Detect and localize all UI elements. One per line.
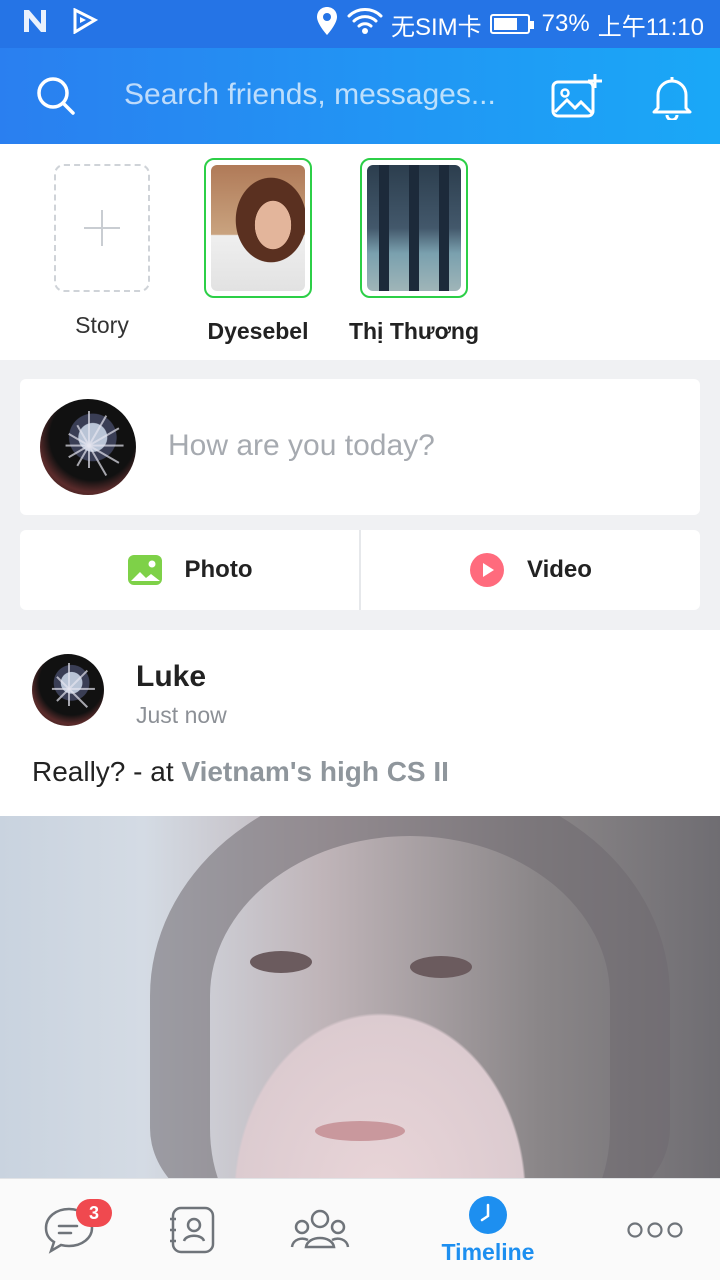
bottom-navigation: 3 Timeline: [0, 1178, 720, 1280]
nav-groups[interactable]: [275, 1179, 365, 1280]
carrier-text: 无SIM卡: [391, 13, 482, 41]
post-location-link[interactable]: Vietnam's high CS II: [181, 756, 449, 787]
clock-icon: [469, 1195, 507, 1234]
location-icon: [315, 6, 339, 43]
compose-box[interactable]: How are you today?: [20, 379, 700, 515]
story-thumbnail[interactable]: [360, 158, 468, 298]
status-bar: 无SIM卡 73% 上午11:10: [0, 0, 720, 48]
video-button[interactable]: Video: [361, 530, 700, 610]
messages-badge: 3: [76, 1199, 112, 1227]
post-caption: Really? - at: [32, 756, 182, 787]
n-notification-icon: [22, 8, 50, 41]
battery-level: [493, 18, 518, 30]
story-image: [367, 165, 461, 291]
search-icon[interactable]: [36, 76, 76, 116]
post-text: Really? - at Vietnam's high CS II: [32, 756, 449, 788]
story-image: [211, 165, 305, 291]
photo-mouth: [315, 1121, 405, 1141]
video-label: Video: [527, 556, 592, 583]
compose-prompt[interactable]: How are you today?: [168, 429, 435, 463]
post-author-avatar[interactable]: [32, 654, 104, 726]
more-dots-icon: [627, 1222, 683, 1238]
contacts-icon: [170, 1206, 215, 1254]
notifications-bell-icon[interactable]: [650, 74, 694, 122]
add-story-tile[interactable]: [54, 164, 150, 292]
nav-more[interactable]: [610, 1179, 700, 1280]
wifi-icon: [347, 7, 383, 42]
post-photo[interactable]: [0, 816, 720, 1178]
post-author-name[interactable]: Luke: [136, 660, 206, 694]
story-item-thi-thuong[interactable]: Thị Thương: [334, 158, 494, 345]
app-notification-icon: [72, 7, 99, 41]
photo-button[interactable]: Photo: [20, 530, 359, 610]
nav-timeline[interactable]: Timeline: [428, 1179, 548, 1280]
timeline-post: Luke Just now Really? - at Vietnam's hig…: [0, 630, 720, 816]
add-photo-icon[interactable]: [550, 72, 604, 120]
story-thumbnail[interactable]: [204, 158, 312, 298]
stories-strip: Story Dyesebel Thị Thương: [0, 144, 720, 360]
groups-icon: [290, 1209, 350, 1249]
photo-icon: [127, 555, 162, 585]
clock: 上午11:10: [597, 13, 704, 41]
search-input[interactable]: Search friends, messages...: [124, 78, 524, 112]
compose-actions: Photo Video: [20, 530, 700, 610]
photo-eye-right: [410, 956, 472, 978]
photo-hair-shape: [150, 816, 670, 1178]
photo-eye-left: [250, 951, 312, 973]
user-avatar: [40, 399, 136, 495]
nav-messages[interactable]: 3: [24, 1179, 114, 1280]
battery-icon: [489, 14, 534, 34]
add-story[interactable]: Story: [22, 158, 182, 339]
add-story-label: Story: [75, 312, 129, 338]
top-app-bar: Search friends, messages...: [0, 48, 720, 144]
plus-icon: [84, 210, 120, 246]
photo-label: Photo: [184, 556, 253, 583]
story-name: Dyesebel: [207, 318, 309, 344]
nav-timeline-label: Timeline: [441, 1238, 535, 1265]
battery-percent: 73%: [541, 10, 590, 37]
story-item-dyesebel[interactable]: Dyesebel: [178, 158, 338, 345]
nav-contacts[interactable]: [148, 1179, 238, 1280]
video-icon: [470, 553, 505, 587]
story-name: Thị Thương: [348, 318, 480, 344]
post-timestamp: Just now: [136, 702, 227, 728]
